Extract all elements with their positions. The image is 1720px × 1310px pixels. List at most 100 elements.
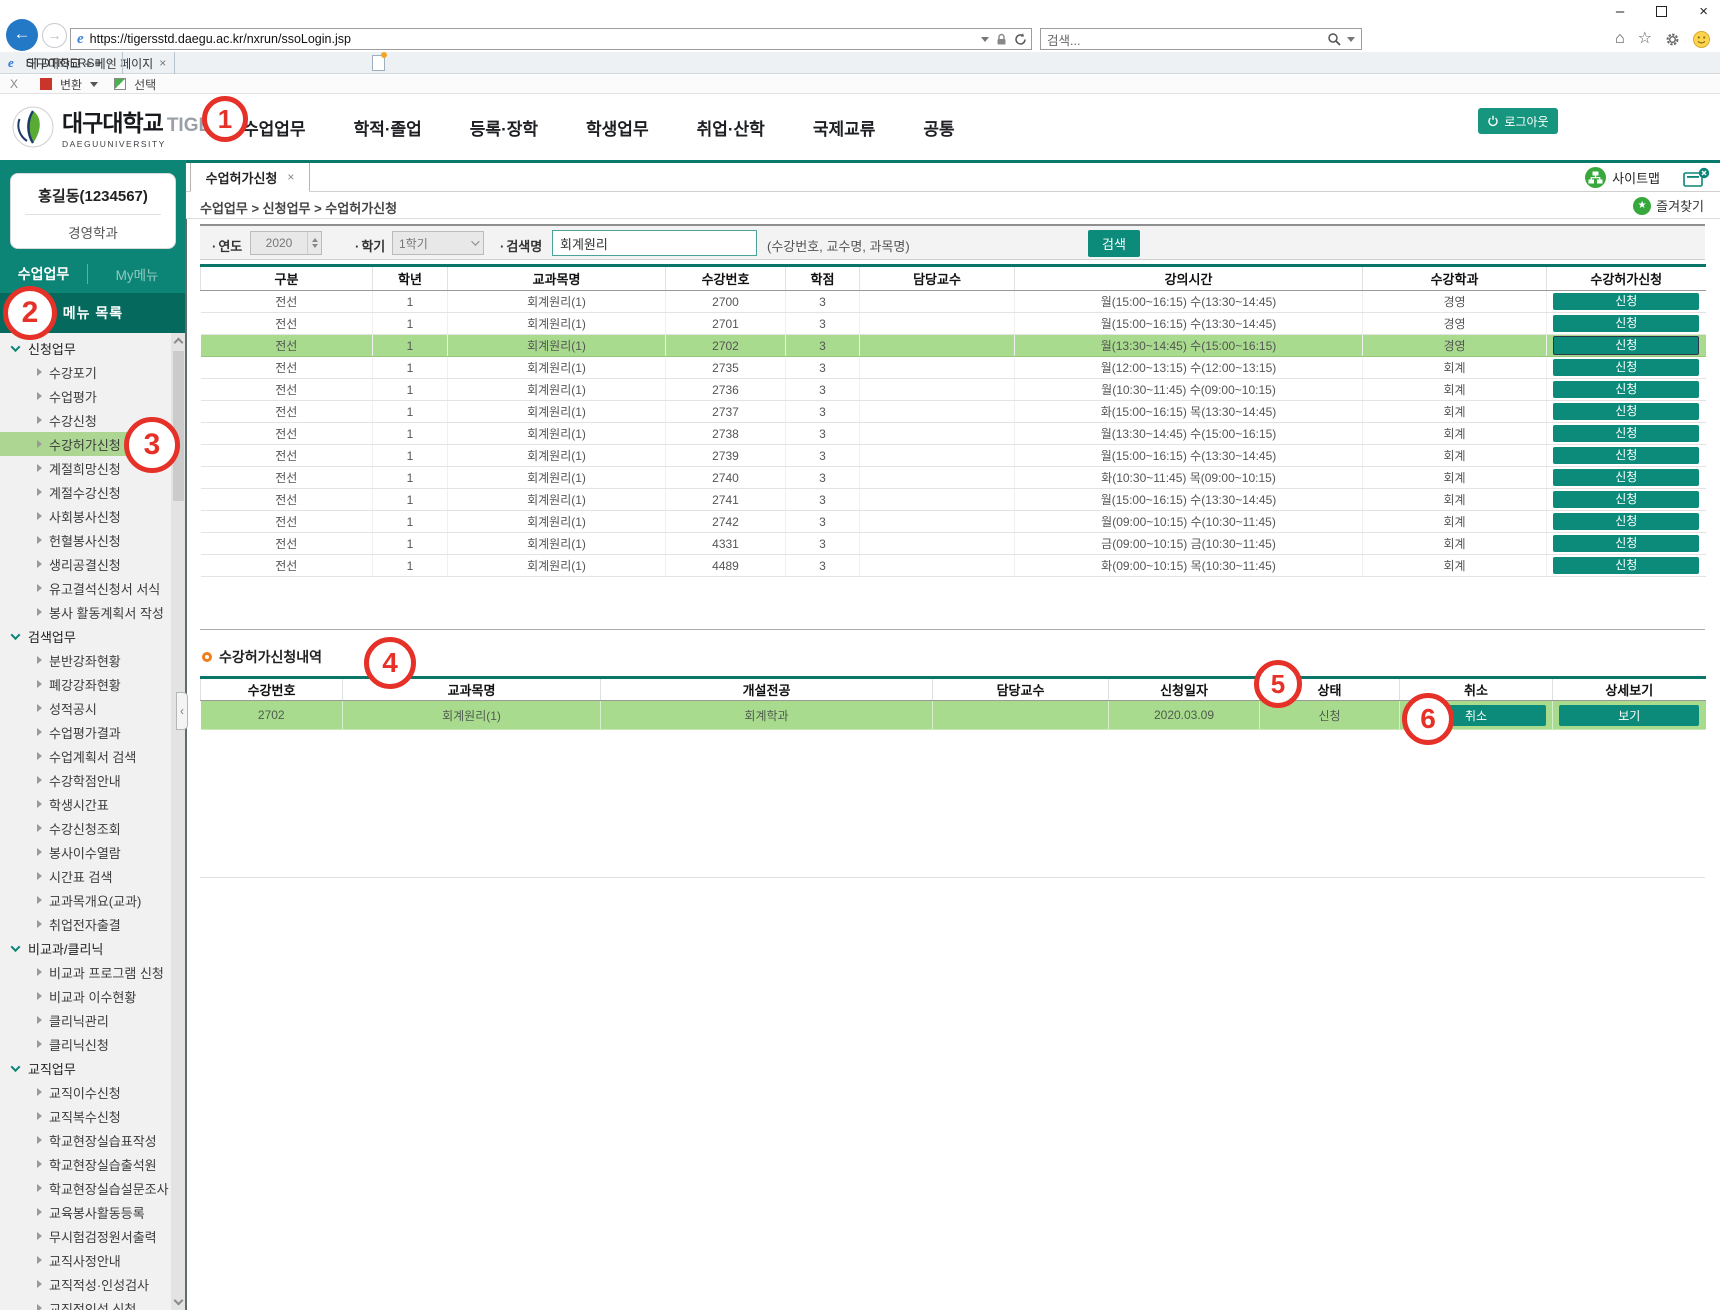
- sidebar-menu-item[interactable]: 비교과/클리닉: [0, 936, 171, 960]
- window-minimize-icon[interactable]: –: [1616, 3, 1624, 20]
- view-button[interactable]: 보기: [1559, 705, 1699, 726]
- main-nav-item[interactable]: 학생업무: [586, 115, 649, 140]
- sidebar-menu-item[interactable]: 봉사이수열람: [0, 840, 171, 864]
- main-nav-item[interactable]: 등록·장학: [470, 115, 538, 140]
- keyword-input[interactable]: [552, 230, 757, 256]
- sidebar-menu-item[interactable]: 수업계획서 검색: [0, 744, 171, 768]
- course-row[interactable]: 전선 1 회계원리(1) 2739 3 월(15:00~16:15) 수(13:…: [201, 445, 1706, 467]
- apply-button[interactable]: 신청: [1553, 447, 1699, 464]
- sidebar-menu-item[interactable]: 교직사정안내: [0, 1248, 171, 1272]
- favorites-link[interactable]: ★ 즐겨찾기: [1633, 196, 1704, 215]
- sidebar-menu-item[interactable]: 생리공결신청: [0, 552, 171, 576]
- tab-close-icon[interactable]: ×: [107, 56, 114, 70]
- main-nav-item[interactable]: 수업업무: [243, 115, 306, 140]
- sidebar-splitter[interactable]: [185, 160, 187, 1310]
- history-row[interactable]: 2702 회계원리(1) 회계학과 2020.03.09 신청 취소 보기: [201, 701, 1706, 730]
- sidebar-tab-mymenu[interactable]: My메뉴: [88, 264, 186, 284]
- tab-close-icon[interactable]: ×: [159, 56, 166, 70]
- course-row[interactable]: 전선 1 회계원리(1) 2740 3 화(10:30~11:45) 목(09:…: [201, 467, 1706, 489]
- sidebar-tab-work[interactable]: 수업업무: [0, 264, 88, 284]
- search-icon[interactable]: [1327, 32, 1341, 46]
- sidebar-menu-item[interactable]: 폐강강좌현황: [0, 672, 171, 696]
- course-row[interactable]: 전선 1 회계원리(1) 2735 3 월(12:00~13:15) 수(12:…: [201, 357, 1706, 379]
- sidebar-scrollbar[interactable]: [171, 333, 185, 1310]
- url-text[interactable]: https://tigersstd.daegu.ac.kr/nxrun/ssoL…: [90, 32, 981, 46]
- course-row[interactable]: 전선 1 회계원리(1) 2742 3 월(09:00~10:15) 수(10:…: [201, 511, 1706, 533]
- apply-button[interactable]: 신청: [1553, 381, 1699, 398]
- new-tab-button[interactable]: [372, 55, 385, 71]
- sidebar-menu-item[interactable]: 성적공시: [0, 696, 171, 720]
- search-button[interactable]: 검색: [1088, 230, 1140, 257]
- home-icon[interactable]: ⌂: [1615, 31, 1625, 47]
- sidebar-menu-item[interactable]: 교육봉사활동등록: [0, 1200, 171, 1224]
- course-row[interactable]: 전선 1 회계원리(1) 4489 3 화(09:00~10:15) 목(10:…: [201, 555, 1706, 577]
- logout-button[interactable]: 로그아웃: [1478, 108, 1558, 134]
- apply-button[interactable]: 신청: [1553, 469, 1699, 486]
- course-row[interactable]: 전선 1 회계원리(1) 4331 3 금(09:00~10:15) 금(10:…: [201, 533, 1706, 555]
- document-tab-close-icon[interactable]: ×: [287, 170, 294, 184]
- window-maximize-icon[interactable]: [1656, 6, 1667, 17]
- apply-button[interactable]: 신청: [1553, 336, 1699, 355]
- sidebar-menu-item[interactable]: 클리닉관리: [0, 1008, 171, 1032]
- scrollbar-thumb[interactable]: [173, 351, 184, 501]
- apply-button[interactable]: 신청: [1553, 293, 1699, 310]
- main-nav-item[interactable]: 국제교류: [813, 115, 876, 140]
- sidebar-menu-item[interactable]: 유고결석신청서 서식: [0, 576, 171, 600]
- sidebar-menu-item[interactable]: 검색업무: [0, 624, 171, 648]
- apply-button[interactable]: 신청: [1553, 491, 1699, 508]
- main-nav-item[interactable]: 학적·졸업: [354, 115, 422, 140]
- sidebar-menu-item[interactable]: 학교현장실습설문조사: [0, 1176, 171, 1200]
- close-all-tabs-button[interactable]: [1683, 167, 1710, 193]
- convert-dropdown-icon[interactable]: [90, 82, 98, 87]
- sidebar-menu-item[interactable]: 수강신청조회: [0, 816, 171, 840]
- course-row[interactable]: 전선 1 회계원리(1) 2736 3 월(10:30~11:45) 수(09:…: [201, 379, 1706, 401]
- forward-button[interactable]: →: [42, 23, 67, 48]
- sidebar-menu-item[interactable]: 학교현장실습표작성: [0, 1128, 171, 1152]
- browser-search-box[interactable]: 검색...: [1040, 28, 1362, 50]
- apply-button[interactable]: 신청: [1553, 513, 1699, 530]
- apply-button[interactable]: 신청: [1553, 403, 1699, 420]
- sidebar-collapse-handle[interactable]: ‹: [176, 692, 188, 730]
- convert-button[interactable]: 변환: [60, 76, 82, 93]
- search-dropdown-icon[interactable]: [1347, 37, 1355, 42]
- course-row[interactable]: 전선 1 회계원리(1) 2702 3 월(13:30~14:45) 수(15:…: [201, 335, 1706, 357]
- gear-icon[interactable]: [1665, 32, 1680, 47]
- apply-button[interactable]: 신청: [1553, 557, 1699, 574]
- apply-button[interactable]: 신청: [1553, 535, 1699, 552]
- smiley-feedback-icon[interactable]: [1693, 31, 1710, 48]
- spin-down-icon[interactable]: [312, 244, 318, 248]
- sidebar-menu-item[interactable]: 교직업무: [0, 1056, 171, 1080]
- sidebar-menu-item[interactable]: 학교현장실습출석원: [0, 1152, 171, 1176]
- sidebar-menu-item[interactable]: 분반강좌현황: [0, 648, 171, 672]
- url-dropdown-icon[interactable]: [981, 37, 989, 42]
- course-row[interactable]: 전선 1 회계원리(1) 2737 3 화(15:00~16:15) 목(13:…: [201, 401, 1706, 423]
- course-row[interactable]: 전선 1 회계원리(1) 2738 3 월(13:30~14:45) 수(15:…: [201, 423, 1706, 445]
- year-spinner[interactable]: 2020: [250, 231, 322, 255]
- sidebar-menu-item[interactable]: 수강포기: [0, 360, 171, 384]
- apply-button[interactable]: 신청: [1553, 425, 1699, 442]
- sidebar-menu-item[interactable]: 교직이수신청: [0, 1080, 171, 1104]
- sidebar-menu-item[interactable]: 비교과 프로그램 신청: [0, 960, 171, 984]
- sidebar-menu-item[interactable]: 사회봉사신청: [0, 504, 171, 528]
- sidebar-menu-item[interactable]: 교과목개요(교과): [0, 888, 171, 912]
- sidebar-menu-item[interactable]: 시간표 검색: [0, 864, 171, 888]
- scroll-up-icon[interactable]: [173, 338, 183, 348]
- browser-tab[interactable]: e STDTIGERS+ ×: [0, 52, 123, 74]
- sidebar-menu-item[interactable]: 수강학점안내: [0, 768, 171, 792]
- scroll-down-icon[interactable]: [173, 1296, 183, 1306]
- address-bar[interactable]: e https://tigersstd.daegu.ac.kr/nxrun/ss…: [70, 28, 1032, 50]
- select-button[interactable]: 선택: [134, 76, 156, 93]
- sitemap-link[interactable]: 사이트맵: [1585, 167, 1660, 188]
- favorites-star-icon[interactable]: ☆: [1638, 31, 1652, 47]
- course-row[interactable]: 전선 1 회계원리(1) 2700 3 월(15:00~16:15) 수(13:…: [201, 291, 1706, 313]
- addon-close-button[interactable]: X: [10, 77, 18, 91]
- sidebar-menu-item[interactable]: 비교과 이수현황: [0, 984, 171, 1008]
- semester-select[interactable]: 1학기: [392, 231, 484, 255]
- back-button[interactable]: ←: [6, 19, 38, 51]
- sidebar-menu-item[interactable]: 헌혈봉사신청: [0, 528, 171, 552]
- sidebar-menu-item[interactable]: 클리닉신청: [0, 1032, 171, 1056]
- main-nav-item[interactable]: 공통: [923, 115, 954, 140]
- sidebar-menu-item[interactable]: 취업전자출결: [0, 912, 171, 936]
- sidebar-menu-item[interactable]: 봉사 활동계획서 작성: [0, 600, 171, 624]
- main-nav-item[interactable]: 취업·산학: [697, 115, 765, 140]
